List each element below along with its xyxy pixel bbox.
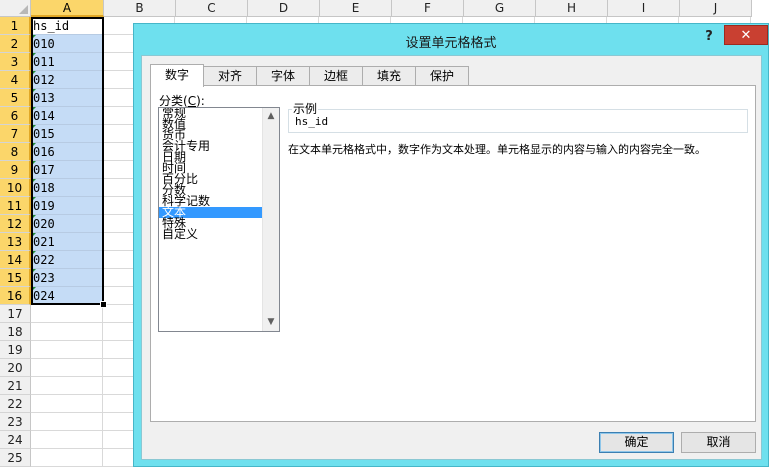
row-header[interactable]: 12: [0, 215, 31, 233]
cell[interactable]: 017: [31, 161, 104, 179]
row-header[interactable]: 13: [0, 233, 31, 251]
cancel-button[interactable]: 取消: [681, 432, 756, 453]
number-tab-panel: 分类(C): 常规 数值 货币 会计专用 日期 时间 百分比 分数 科学记数 文本 特殊 自定义 ▲ …: [150, 85, 756, 422]
category-item[interactable]: 自定义: [159, 228, 279, 240]
column-header-f[interactable]: F: [392, 0, 464, 17]
cell[interactable]: 021: [31, 233, 104, 251]
column-header-d[interactable]: D: [248, 0, 320, 17]
format-description: 在文本单元格格式中，数字作为文本处理。单元格显示的内容与输入的内容完全一致。: [288, 143, 706, 156]
row-header[interactable]: 21: [0, 377, 31, 395]
cell-a1-active[interactable]: hs_id: [31, 17, 104, 35]
category-listbox[interactable]: 常规 数值 货币 会计专用 日期 时间 百分比 分数 科学记数 文本 特殊 自定义 ▲ ▼: [158, 107, 280, 332]
row-header[interactable]: 17: [0, 305, 31, 323]
cell[interactable]: 015: [31, 125, 104, 143]
ok-button[interactable]: 确定: [599, 432, 674, 453]
row-header[interactable]: 10: [0, 179, 31, 197]
row-header[interactable]: 24: [0, 431, 31, 449]
cell[interactable]: 019: [31, 197, 104, 215]
tab-strip: 数字 对齐 字体 边框 填充 保护: [150, 64, 469, 87]
format-cells-dialog: 设置单元格格式 ? ✕ 数字 对齐 字体 边框 填充 保护 分类(C): 常规 数值 货币 会计…: [133, 23, 769, 467]
fill-handle[interactable]: [100, 301, 107, 308]
row-header[interactable]: 1: [0, 17, 31, 35]
dialog-body: 数字 对齐 字体 边框 填充 保护 分类(C): 常规 数值 货币 会计专用 日期 时间 百分比 分数科…: [141, 55, 762, 460]
row-header[interactable]: 19: [0, 341, 31, 359]
tab-3[interactable]: 边框: [309, 66, 363, 86]
cell[interactable]: 016: [31, 143, 104, 161]
close-icon[interactable]: ✕: [724, 25, 768, 45]
select-all-corner[interactable]: [0, 0, 31, 17]
row-header[interactable]: 14: [0, 251, 31, 269]
tab-1[interactable]: 对齐: [203, 66, 257, 86]
tab-2[interactable]: 字体: [256, 66, 310, 86]
sample-box: hs_id: [288, 109, 748, 133]
cell[interactable]: 020: [31, 215, 104, 233]
column-header-b[interactable]: B: [104, 0, 176, 17]
cell[interactable]: 013: [31, 89, 104, 107]
row-header[interactable]: 15: [0, 269, 31, 287]
cell[interactable]: 010: [31, 35, 104, 53]
column-header-a[interactable]: A: [31, 0, 104, 17]
row-header[interactable]: 2: [0, 35, 31, 53]
column-header-g[interactable]: G: [464, 0, 536, 17]
sample-label: 示例: [292, 100, 319, 117]
tab-4[interactable]: 填充: [362, 66, 416, 86]
scroll-up-icon[interactable]: ▲: [263, 108, 279, 125]
scroll-down-icon[interactable]: ▼: [263, 314, 279, 331]
row-header[interactable]: 20: [0, 359, 31, 377]
cell[interactable]: 024: [31, 287, 104, 305]
cell[interactable]: 022: [31, 251, 104, 269]
listbox-scrollbar[interactable]: ▲ ▼: [262, 108, 279, 331]
row-header[interactable]: 5: [0, 89, 31, 107]
help-icon[interactable]: ?: [700, 28, 718, 46]
row-header[interactable]: 25: [0, 449, 31, 467]
column-header-j[interactable]: J: [680, 0, 752, 17]
row-header[interactable]: 18: [0, 323, 31, 341]
dialog-titlebar[interactable]: 设置单元格格式 ? ✕: [134, 24, 768, 54]
row-header[interactable]: 9: [0, 161, 31, 179]
dialog-title: 设置单元格格式: [405, 36, 497, 51]
row-header[interactable]: 8: [0, 143, 31, 161]
sample-group: hs_id 示例: [288, 100, 749, 134]
tab-5[interactable]: 保护: [415, 66, 469, 86]
row-header[interactable]: 7: [0, 125, 31, 143]
cell[interactable]: 011: [31, 53, 104, 71]
cell[interactable]: 023: [31, 269, 104, 287]
row-header[interactable]: 4: [0, 71, 31, 89]
row-header[interactable]: 16: [0, 287, 31, 305]
row-header[interactable]: 23: [0, 413, 31, 431]
row-header[interactable]: 3: [0, 53, 31, 71]
column-header-i[interactable]: I: [608, 0, 680, 17]
cell[interactable]: 014: [31, 107, 104, 125]
column-header-e[interactable]: E: [320, 0, 392, 17]
row-header[interactable]: 11: [0, 197, 31, 215]
row-header[interactable]: 6: [0, 107, 31, 125]
cell[interactable]: 018: [31, 179, 104, 197]
tab-0[interactable]: 数字: [150, 64, 204, 87]
cell[interactable]: 012: [31, 71, 104, 89]
column-header-c[interactable]: C: [176, 0, 248, 17]
column-a-cells: hs_id 010 011 012 013 014 015 016 017 018 019 020 02…: [31, 17, 104, 305]
column-header-h[interactable]: H: [536, 0, 608, 17]
row-header[interactable]: 22: [0, 395, 31, 413]
